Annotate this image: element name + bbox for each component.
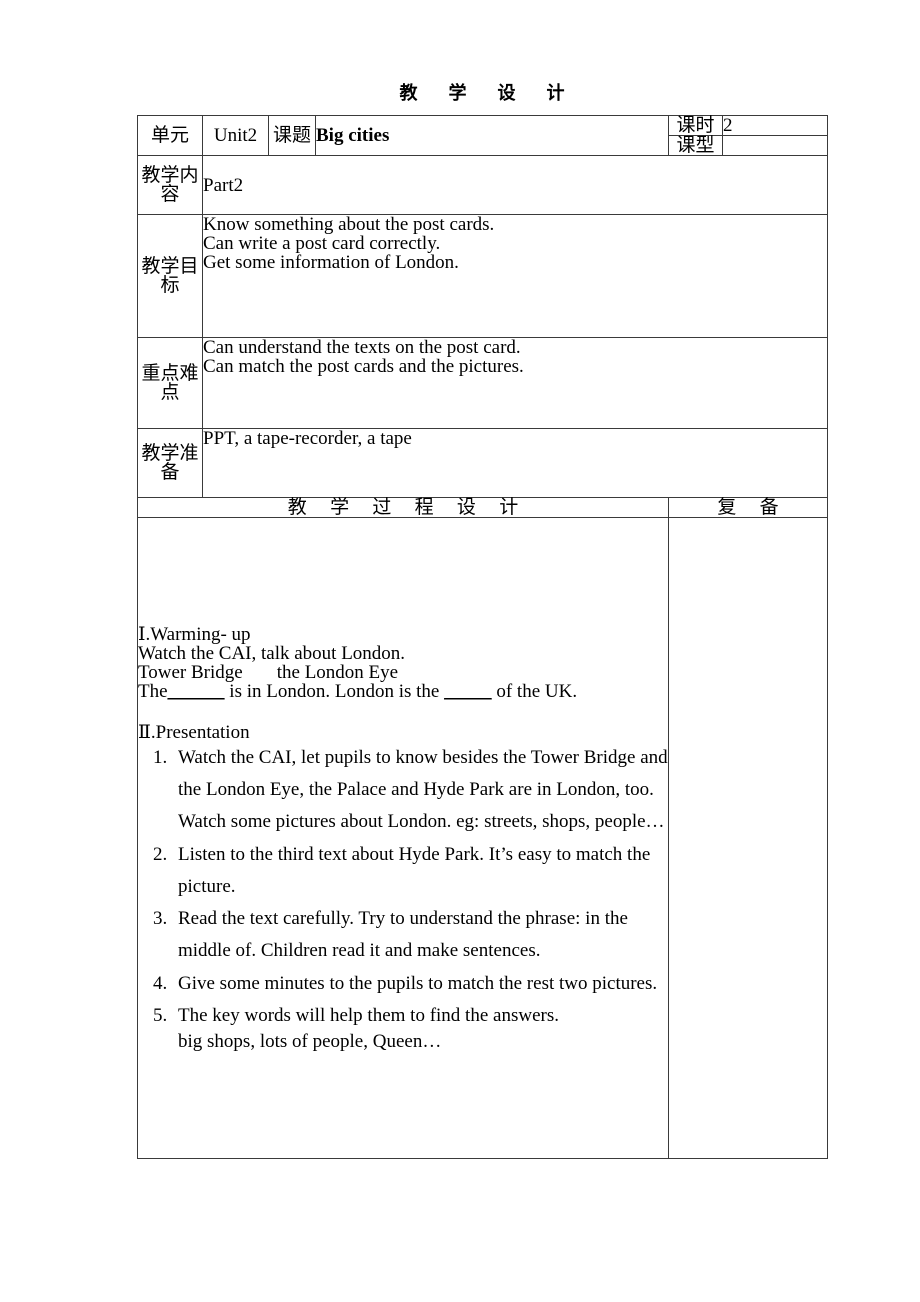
fill-blank-2: _____	[444, 680, 492, 702]
table-row-unit: 单元 Unit2 课题 Big cities 课时 2	[137, 115, 828, 156]
section-heading-presentation: Ⅱ.Presentation	[138, 721, 250, 743]
lesson-type-value	[722, 135, 828, 156]
content-value: Part2	[202, 155, 828, 215]
objective-line: Know something about the post cards.	[203, 214, 495, 235]
preparation-value: PPT, a tape-recorder, a tape	[202, 428, 828, 498]
fill-before: The	[138, 680, 168, 702]
unit-label: 单元	[137, 115, 203, 156]
focus-value: Can understand the texts on the post car…	[202, 337, 828, 429]
process-header-right: 复 备	[668, 497, 828, 518]
unit-value: Unit2	[202, 115, 269, 156]
tower-bridge-text: Tower Bridge	[138, 661, 243, 683]
list-item: Watch the CAI, let pupils to know beside…	[172, 742, 668, 839]
table-row-content: 教学内容 Part2	[137, 155, 828, 215]
fill-middle: is in London. London is the	[224, 680, 445, 702]
page-title: 教 学 设 计	[399, 83, 578, 103]
table-row-process-body: Ⅰ.Warming- up Watch the CAI, talk about …	[137, 517, 828, 1159]
objective-line: Can write a post card correctly.	[203, 233, 441, 254]
objective-value: Know something about the post cards. Can…	[202, 214, 828, 338]
topic-value: Big cities	[315, 115, 669, 156]
focus-label: 重点难点	[137, 337, 203, 429]
warming-up-line-1: Watch the CAI, talk about London.	[138, 642, 406, 664]
fill-after: of the UK.	[491, 680, 578, 702]
process-content: Ⅰ.Warming- up Watch the CAI, talk about …	[137, 517, 669, 1159]
revision-notes-cell[interactable]	[668, 517, 828, 1159]
content-label: 教学内容	[137, 155, 203, 215]
lesson-plan-table: 单元 Unit2 课题 Big cities 课时 2 课型 教学内容 Part…	[137, 115, 828, 1159]
period-label: 课时	[668, 115, 723, 136]
fill-in-sentence: The______ is in London. London is the __…	[138, 682, 668, 701]
table-row-objective: 教学目标 Know something about the post cards…	[137, 214, 828, 338]
table-row-process-header: 教 学 过 程 设 计 复 备	[137, 497, 828, 518]
warming-up-line-2: Tower Bridge the London Eye	[138, 663, 668, 682]
topic-label: 课题	[268, 115, 316, 156]
objective-label: 教学目标	[137, 214, 203, 338]
period-value: 2	[722, 115, 828, 136]
process-header-left: 教 学 过 程 设 计	[137, 497, 669, 518]
table-row-preparation: 教学准备 PPT, a tape-recorder, a tape	[137, 428, 828, 498]
objective-line: Get some information of London.	[203, 252, 459, 273]
document-page: 教 学 设 计 单元 Unit2 课题 Big cities 课时 2 课型 教…	[0, 0, 920, 1302]
list-item: Read the text carefully. Try to understa…	[172, 903, 668, 968]
list-item: The key words will help them to find the…	[172, 1000, 668, 1032]
focus-line: Can understand the texts on the post car…	[203, 337, 521, 358]
section-heading-warming-up: Ⅰ.Warming- up	[138, 623, 251, 645]
list-item: Listen to the third text about Hyde Park…	[172, 839, 668, 904]
focus-line: Can match the post cards and the picture…	[203, 356, 524, 377]
step-5-sub-note: big shops, lots of people, Queen…	[178, 1031, 442, 1053]
list-item: Give some minutes to the pupils to match…	[172, 968, 668, 1000]
presentation-steps-list: Watch the CAI, let pupils to know beside…	[138, 742, 668, 1033]
london-eye-text: the London Eye	[276, 661, 399, 683]
table-row-focus: 重点难点 Can understand the texts on the pos…	[137, 337, 828, 429]
preparation-label: 教学准备	[137, 428, 203, 498]
lesson-type-label: 课型	[668, 135, 723, 156]
fill-blank-1: ______	[167, 680, 225, 702]
